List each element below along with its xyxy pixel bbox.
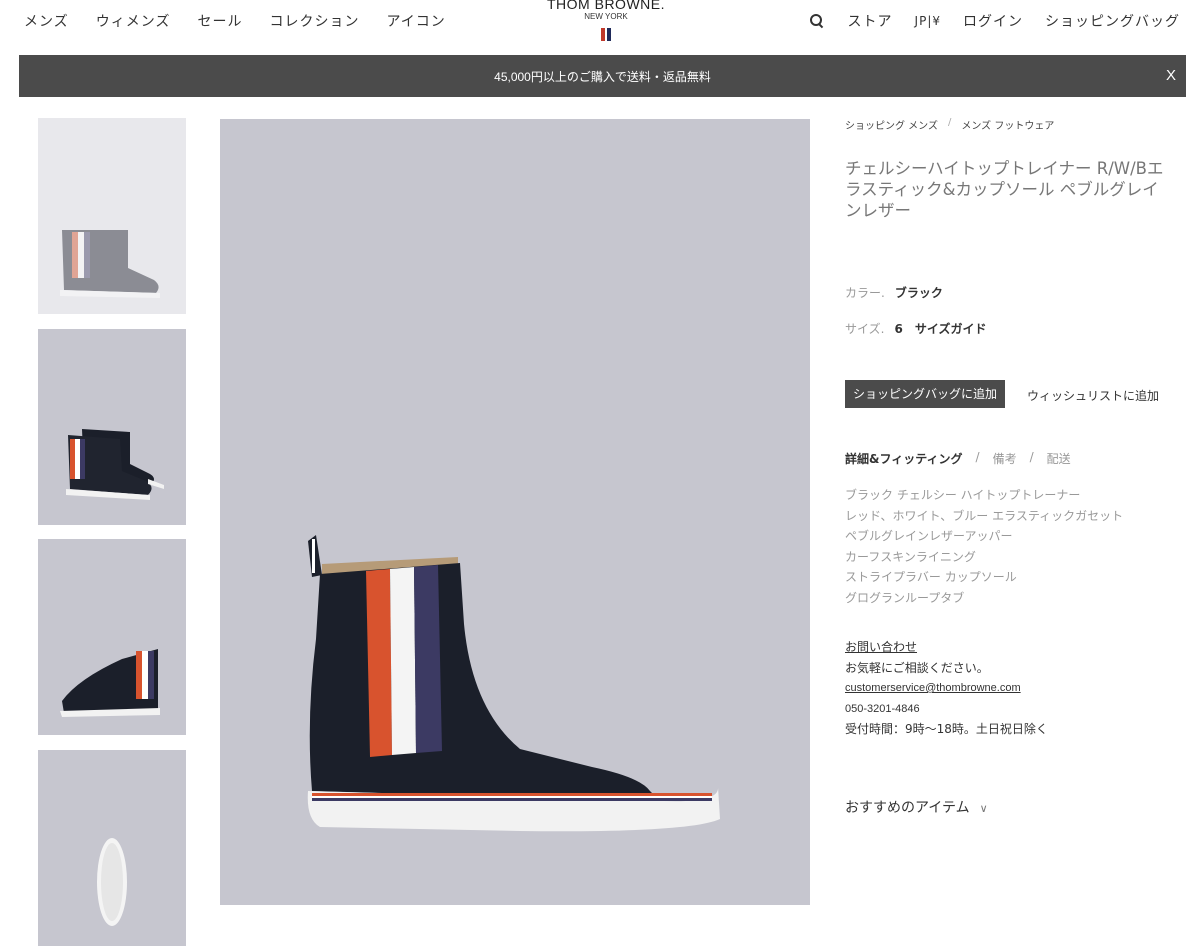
search-icon[interactable]: [809, 14, 824, 29]
size-value[interactable]: 6: [894, 322, 902, 336]
promo-banner-text: 45,000円以上のご購入で送料・返品無料: [494, 70, 711, 84]
nav-login[interactable]: ログイン: [963, 11, 1023, 31]
nav-icon[interactable]: アイコン: [386, 11, 445, 31]
tab-shipping[interactable]: 配送: [1047, 450, 1071, 467]
breadcrumb-shopping-mens[interactable]: ショッピング メンズ: [845, 117, 938, 132]
description-line: ブラック チェルシー ハイトップトレーナー: [845, 488, 1081, 502]
tab-separator: /: [975, 450, 980, 464]
brand-logo[interactable]: THOM BROWNE. NEW YORK: [546, 0, 666, 41]
breadcrumb-separator: /: [947, 117, 952, 128]
logo-wordmark: THOM BROWNE.: [547, 0, 665, 12]
nav-womens[interactable]: ウィメンズ: [96, 11, 171, 31]
nav-sale[interactable]: セール: [197, 11, 242, 31]
size-label: サイズ.: [845, 322, 885, 336]
shoe-sole-thumbnail-image: [97, 838, 127, 926]
breadcrumb-mens-footwear[interactable]: メンズ フットウェア: [961, 117, 1054, 132]
thumbnail-side-view[interactable]: [38, 118, 186, 314]
nav-mens[interactable]: メンズ: [24, 11, 69, 31]
contact-section: お問い合わせ お気軽にご相談ください。 customerservice@thom…: [845, 637, 1048, 740]
contact-phone: 050-3201-4846: [845, 702, 920, 715]
tab-notes[interactable]: 備考: [993, 450, 1017, 467]
chevron-down-icon: ∨: [979, 802, 988, 815]
product-main-image[interactable]: [220, 119, 810, 905]
thumbnail-angle-view[interactable]: [38, 539, 186, 735]
add-to-wishlist-link[interactable]: ウィッシュリストに追加: [1027, 387, 1159, 404]
tab-details-fitting[interactable]: 詳細&フィッティング: [845, 450, 963, 467]
contact-hours: 受付時間：9時〜18時。土日祝日除く: [845, 722, 1048, 736]
size-guide-link[interactable]: サイズガイド: [915, 322, 987, 336]
product-description: ブラック チェルシー ハイトップトレーナー レッド、ホワイト、ブルー エラスティ…: [845, 485, 1123, 608]
thumbnail-sole-view[interactable]: [38, 750, 186, 946]
banner-close-button[interactable]: X: [1166, 67, 1176, 84]
description-line: ストライプラバー カップソール: [845, 570, 1017, 584]
contact-email-link[interactable]: customerservice@thombrowne.com: [845, 678, 1048, 699]
logo-subtitle: NEW YORK: [584, 12, 628, 21]
thumbnail-pair-front[interactable]: [38, 329, 186, 525]
contact-heading-link[interactable]: お問い合わせ: [845, 637, 1048, 658]
shoe-pair-thumbnail-image: [66, 429, 164, 500]
size-row: サイズ. 6 サイズガイド: [845, 320, 986, 337]
color-value[interactable]: ブラック: [895, 286, 943, 300]
description-line: レッド、ホワイト、ブルー エラスティックガセット: [845, 508, 1124, 523]
nav-currency[interactable]: JP|¥: [915, 14, 941, 28]
tricolor-flag-icon: [546, 28, 666, 41]
recommended-items-label: おすすめのアイテム: [845, 800, 970, 816]
top-navigation: メンズ ウィメンズ セール コレクション アイコン THOM BROWNE. N…: [0, 0, 1200, 55]
product-title: チェルシーハイトップトレイナー R/W/Bエラスティック&カップソール ペブルグ…: [845, 159, 1164, 220]
breadcrumb: ショッピング メンズ / メンズ フットウェア: [845, 117, 1054, 132]
nav-store[interactable]: ストア: [848, 11, 893, 31]
description-line: ペブルグレインレザーアッパー: [845, 529, 1013, 543]
chelsea-boot-illustration: [307, 535, 720, 832]
shoe-angle-thumbnail-image: [60, 649, 160, 717]
color-row: カラー. ブラック: [845, 284, 943, 301]
description-line: グログランループタブ: [845, 590, 965, 605]
primary-nav: メンズ ウィメンズ セール コレクション アイコン: [24, 11, 446, 31]
nav-shopping-bag[interactable]: ショッピングバッグ: [1045, 11, 1180, 31]
product-detail-tabs: 詳細&フィッティング / 備考 / 配送: [845, 450, 1071, 467]
tab-separator: /: [1029, 450, 1034, 464]
contact-message: お気軽にご相談ください。: [845, 660, 989, 675]
shoe-side-thumbnail-image: [60, 230, 160, 298]
add-to-bag-button[interactable]: ショッピングバッグに追加: [845, 380, 1006, 408]
color-label: カラー.: [845, 286, 885, 300]
promo-banner: 45,000円以上のご購入で送料・返品無料 X: [19, 55, 1186, 97]
recommended-items-toggle[interactable]: おすすめのアイテム ∨: [845, 797, 988, 817]
nav-collection[interactable]: コレクション: [269, 11, 359, 31]
description-line: カーフスキンライニング: [845, 549, 976, 564]
utility-nav: ストア JP|¥ ログイン ショッピングバッグ: [809, 11, 1180, 31]
